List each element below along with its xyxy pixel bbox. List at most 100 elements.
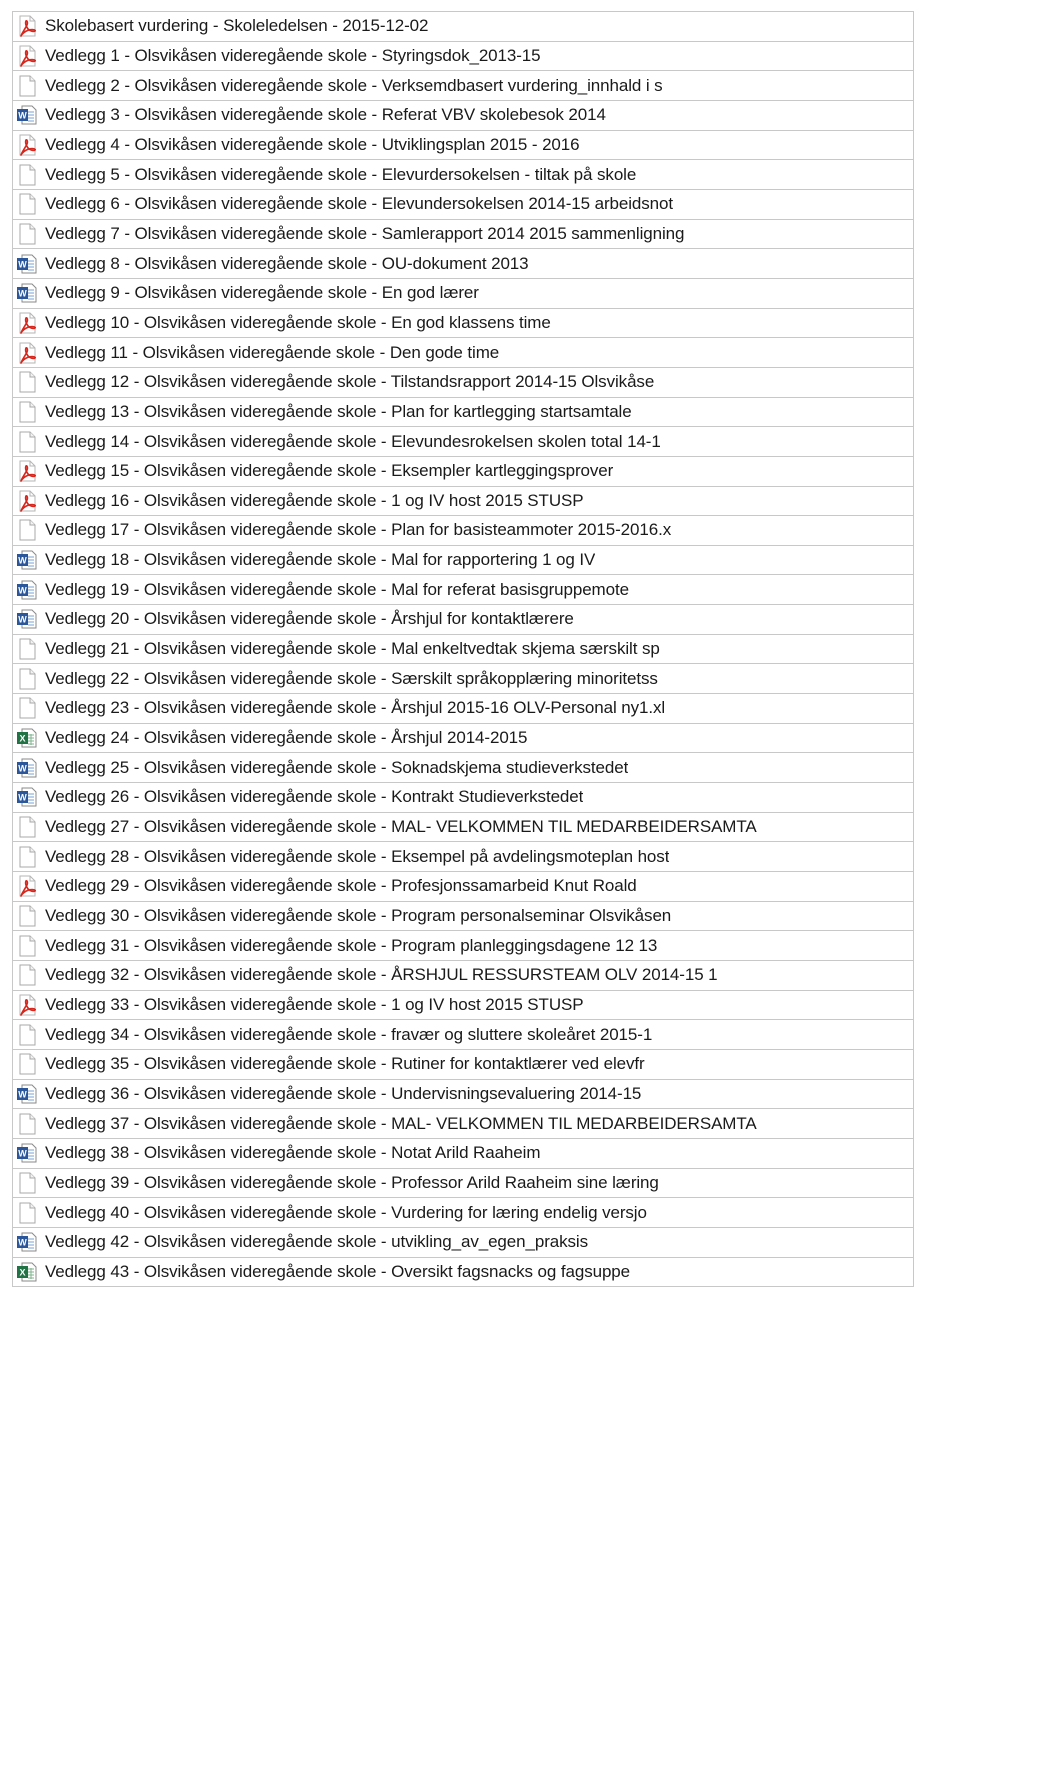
file-name: Vedlegg 14 - Olsvikåsen videregående sko… (45, 431, 661, 451)
file-name: Vedlegg 29 - Olsvikåsen videregående sko… (45, 876, 637, 896)
svg-text:W: W (18, 1238, 27, 1248)
file-row[interactable]: Vedlegg 7 - Olsvikåsen videregående skol… (12, 219, 914, 250)
generic-file-icon (16, 223, 38, 245)
svg-text:W: W (18, 556, 27, 566)
pdf-icon (16, 994, 38, 1016)
file-name: Vedlegg 16 - Olsvikåsen videregående sko… (45, 490, 584, 510)
file-name: Vedlegg 22 - Olsvikåsen videregående sko… (45, 668, 658, 688)
file-name: Vedlegg 27 - Olsvikåsen videregående sko… (45, 817, 757, 837)
file-row[interactable]: Vedlegg 35 - Olsvikåsen videregående sko… (12, 1049, 914, 1080)
file-name: Vedlegg 31 - Olsvikåsen videregående sko… (45, 935, 658, 955)
word-doc-icon: W (16, 786, 38, 808)
file-row[interactable]: W Vedlegg 20 - Olsvikåsen videregående sk… (12, 605, 914, 635)
generic-file-icon (16, 697, 38, 719)
file-row[interactable]: Vedlegg 5 - Olsvikåsen videregående skol… (12, 160, 914, 190)
file-row[interactable]: Skolebasert vurdering - Skoleledelsen - … (12, 12, 914, 42)
file-row[interactable]: Vedlegg 2 - Olsvikåsen videregående skol… (12, 71, 914, 101)
excel-sheet-icon: X (16, 727, 38, 749)
generic-file-icon (16, 1024, 38, 1046)
file-row[interactable]: Vedlegg 4 - Olsvikåsen videregående skol… (12, 130, 914, 161)
file-row[interactable]: Vedlegg 16 - Olsvikåsen videregående sko… (12, 486, 914, 517)
file-name: Vedlegg 10 - Olsvikåsen videregående sko… (45, 312, 551, 332)
pdf-icon (16, 15, 38, 38)
pdf-icon (16, 460, 38, 482)
generic-file-icon (16, 905, 38, 927)
pdf-icon (16, 134, 38, 156)
file-name: Vedlegg 35 - Olsvikåsen videregående sko… (45, 1054, 645, 1074)
file-row[interactable]: Vedlegg 22 - Olsvikåsen videregående sko… (12, 664, 914, 695)
file-name: Vedlegg 5 - Olsvikåsen videregående skol… (45, 164, 637, 184)
file-row[interactable]: Vedlegg 27 - Olsvikåsen videregående sko… (12, 812, 914, 843)
file-name: Vedlegg 30 - Olsvikåsen videregående sko… (45, 906, 672, 926)
file-row[interactable]: Vedlegg 15 - Olsvikåsen videregående sko… (12, 456, 914, 487)
file-row[interactable]: Vedlegg 31 - Olsvikåsen videregående sko… (12, 931, 914, 961)
file-row[interactable]: W Vedlegg 42 - Olsvikåsen videregående sk… (12, 1227, 914, 1258)
file-row[interactable]: Vedlegg 32 - Olsvikåsen videregående sko… (12, 961, 914, 991)
file-row[interactable]: Vedlegg 39 - Olsvikåsen videregående sko… (12, 1168, 914, 1199)
file-name: Vedlegg 8 - Olsvikåsen videregående skol… (45, 253, 529, 273)
file-row[interactable]: W Vedlegg 18 - Olsvikåsen videregående sk… (12, 545, 914, 576)
pdf-icon (16, 342, 38, 364)
svg-text:W: W (18, 1089, 27, 1099)
file-name: Vedlegg 6 - Olsvikåsen videregående skol… (45, 194, 674, 214)
file-row[interactable]: Vedlegg 13 - Olsvikåsen videregående sko… (12, 397, 914, 428)
pdf-icon (16, 490, 38, 512)
file-row[interactable]: Vedlegg 12 - Olsvikåsen videregående sko… (12, 367, 914, 398)
file-name: Vedlegg 32 - Olsvikåsen videregående sko… (45, 965, 718, 985)
file-row[interactable]: W Vedlegg 26 - Olsvikåsen videregående sk… (12, 783, 914, 813)
file-name: Vedlegg 1 - Olsvikåsen videregående skol… (45, 45, 541, 65)
word-doc-icon: W (16, 282, 38, 304)
file-row[interactable]: Vedlegg 28 - Olsvikåsen videregående sko… (12, 842, 914, 873)
file-row[interactable]: Vedlegg 6 - Olsvikåsen videregående skol… (12, 189, 914, 220)
file-row[interactable]: W Vedlegg 9 - Olsvikåsen videregående sko… (12, 278, 914, 309)
file-row[interactable]: Vedlegg 30 - Olsvikåsen videregående sko… (12, 901, 914, 932)
file-row[interactable]: Vedlegg 40 - Olsvikåsen videregående sko… (12, 1198, 914, 1228)
generic-file-icon (16, 431, 38, 453)
file-name: Vedlegg 42 - Olsvikåsen videregående sko… (45, 1232, 589, 1252)
file-name: Vedlegg 7 - Olsvikåsen videregående skol… (45, 223, 685, 243)
file-row[interactable]: W Vedlegg 38 - Olsvikåsen videregående sk… (12, 1138, 914, 1169)
file-row[interactable]: W Vedlegg 3 - Olsvikåsen videregående sko… (12, 100, 914, 131)
file-row[interactable]: Vedlegg 37 - Olsvikåsen videregående sko… (12, 1109, 914, 1139)
file-row[interactable]: W Vedlegg 19 - Olsvikåsen videregående sk… (12, 575, 914, 606)
pdf-icon (16, 312, 38, 334)
file-row[interactable]: W Vedlegg 25 - Olsvikåsen videregående sk… (12, 753, 914, 784)
generic-file-icon (16, 519, 38, 541)
file-row[interactable]: Vedlegg 11 - Olsvikåsen videregående sko… (12, 338, 914, 368)
file-row[interactable]: Vedlegg 17 - Olsvikåsen videregående sko… (12, 516, 914, 546)
word-doc-icon: W (16, 1083, 38, 1105)
file-name: Vedlegg 15 - Olsvikåsen videregående sko… (45, 461, 614, 481)
generic-file-icon (16, 846, 38, 868)
file-row[interactable]: X Vedlegg 24 - Olsvikåsen videregående sk… (12, 723, 914, 754)
file-row[interactable]: Vedlegg 33 - Olsvikåsen videregående sko… (12, 990, 914, 1021)
svg-text:W: W (18, 763, 27, 773)
word-doc-icon: W (16, 579, 38, 601)
svg-text:W: W (18, 259, 27, 269)
generic-file-icon (16, 638, 38, 660)
file-row[interactable]: X Vedlegg 43 - Olsvikåsen videregående sk… (12, 1257, 914, 1288)
file-row[interactable]: Vedlegg 14 - Olsvikåsen videregående sko… (12, 427, 914, 457)
file-name: Vedlegg 2 - Olsvikåsen videregående skol… (45, 75, 663, 95)
generic-file-icon (16, 1202, 38, 1224)
generic-file-icon (16, 668, 38, 690)
file-row[interactable]: Vedlegg 34 - Olsvikåsen videregående sko… (12, 1020, 914, 1050)
svg-text:W: W (18, 585, 27, 595)
file-name: Vedlegg 39 - Olsvikåsen videregående sko… (45, 1172, 659, 1192)
file-row[interactable]: Vedlegg 1 - Olsvikåsen videregående skol… (12, 41, 914, 72)
pdf-icon (16, 875, 38, 898)
file-row[interactable]: Vedlegg 23 - Olsvikåsen videregående sko… (12, 694, 914, 724)
file-row[interactable]: W Vedlegg 8 - Olsvikåsen videregående sko… (12, 249, 914, 279)
file-name: Vedlegg 12 - Olsvikåsen videregående sko… (45, 372, 655, 392)
file-name: Vedlegg 11 - Olsvikåsen videregående sko… (45, 342, 500, 362)
file-name: Vedlegg 38 - Olsvikåsen videregående sko… (45, 1143, 541, 1163)
svg-text:W: W (18, 1149, 27, 1159)
word-doc-icon: W (16, 757, 38, 779)
file-name: Vedlegg 33 - Olsvikåsen videregående sko… (45, 994, 584, 1014)
file-row[interactable]: Vedlegg 10 - Olsvikåsen videregående sko… (12, 308, 914, 339)
file-row[interactable]: Vedlegg 29 - Olsvikåsen videregående sko… (12, 872, 914, 902)
generic-file-icon (16, 964, 38, 986)
word-doc-icon: W (16, 549, 38, 571)
file-row[interactable]: W Vedlegg 36 - Olsvikåsen videregående sk… (12, 1079, 914, 1110)
svg-text:X: X (19, 1267, 25, 1277)
file-row[interactable]: Vedlegg 21 - Olsvikåsen videregående sko… (12, 634, 914, 665)
